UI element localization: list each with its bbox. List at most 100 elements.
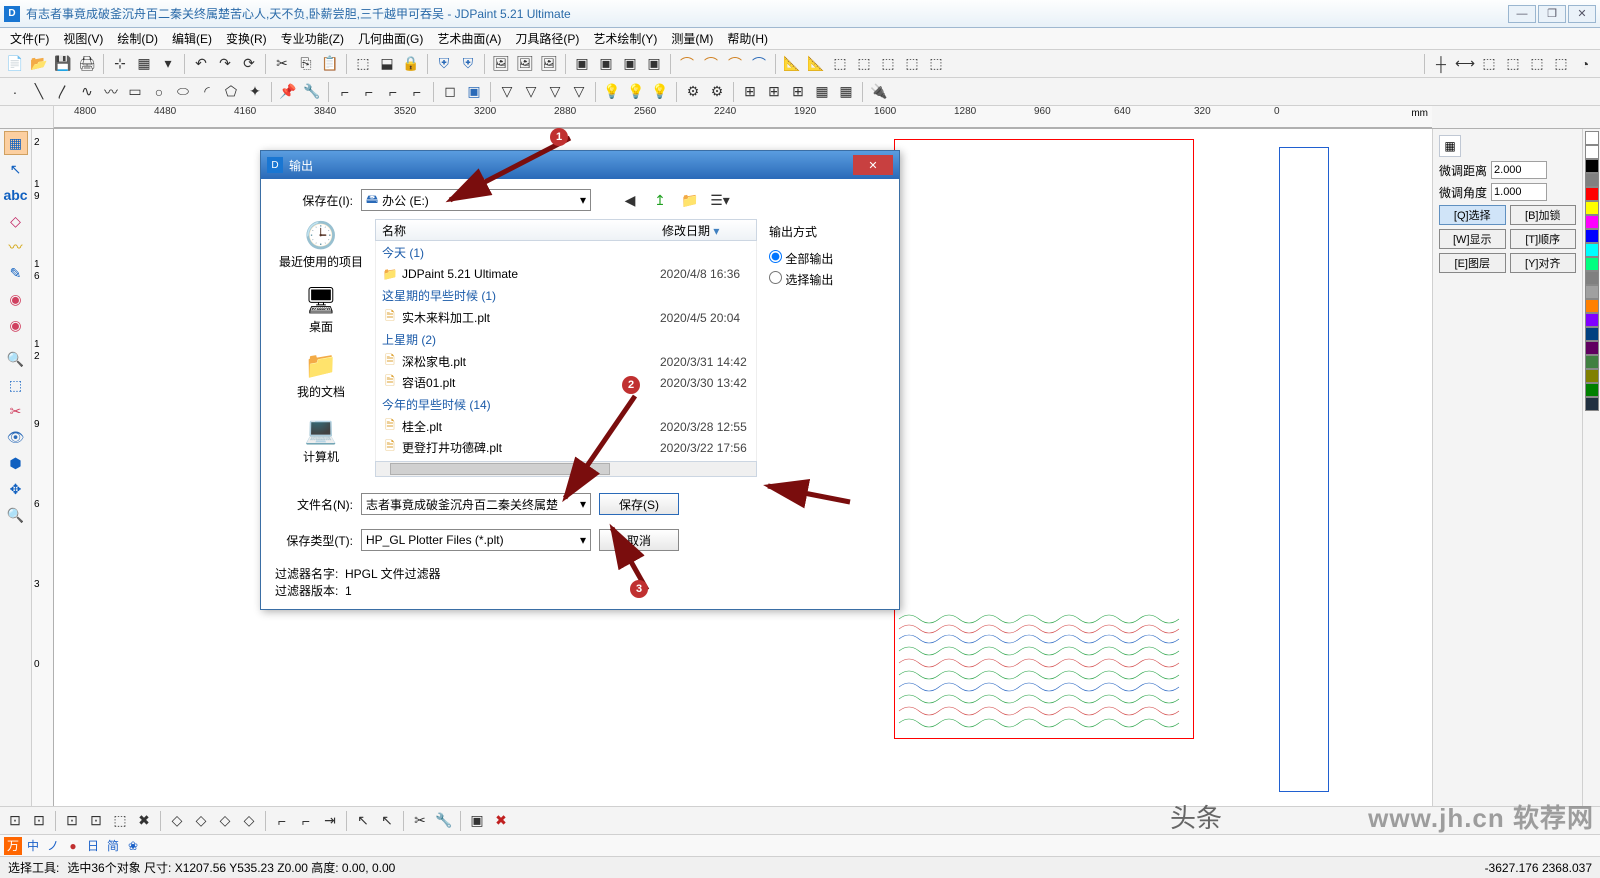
tb-star-icon[interactable]: ✦	[244, 81, 266, 103]
menu-geom[interactable]: 几何曲面(G)	[352, 28, 429, 49]
tb-grid5-icon[interactable]: ▦	[835, 81, 857, 103]
tb-ungroup-icon[interactable]: ⬓	[376, 53, 398, 75]
lt-eye-icon[interactable]: 👁	[4, 425, 28, 449]
col-date[interactable]: 修改日期 ▾	[656, 222, 756, 239]
menu-edit[interactable]: 编辑(E)	[166, 28, 218, 49]
ime-rec-icon[interactable]: ●	[64, 837, 82, 855]
file-row[interactable]: 🗎更登打井功德碑.plt2020/3/22 17:56	[376, 437, 756, 458]
filename-combo[interactable]: 志者事竟成破釜沉舟百二秦关终属楚▾	[361, 493, 591, 515]
menu-draw[interactable]: 绘制(D)	[111, 28, 164, 49]
color-swatch[interactable]	[1585, 257, 1599, 271]
file-row[interactable]: 📁JDPaint 5.21 Ultimate2020/4/8 16:36	[376, 264, 756, 284]
tb-sq-icon[interactable]: ◻	[439, 81, 461, 103]
btn-t-order[interactable]: [T]顺序	[1510, 229, 1577, 249]
color-swatch[interactable]	[1585, 383, 1599, 397]
tb-3d2-icon[interactable]: ▣	[595, 53, 617, 75]
color-swatch[interactable]	[1585, 229, 1599, 243]
tb-paste-icon[interactable]: 📋	[319, 53, 341, 75]
tb-angle1-icon[interactable]: ⌐	[334, 81, 356, 103]
tb-v2-icon[interactable]: ▽	[520, 81, 542, 103]
bt-19-icon[interactable]: ✖	[490, 810, 512, 832]
tb-open-icon[interactable]: 📂	[28, 53, 50, 75]
menu-help[interactable]: 帮助(H)	[721, 28, 774, 49]
tb-dim5-icon[interactable]: ⬚	[1526, 53, 1548, 75]
bt-13-icon[interactable]: ⇥	[319, 810, 341, 832]
tb-grid2-icon[interactable]: ⊞	[763, 81, 785, 103]
panel-tab-icon[interactable]: ▦	[1439, 135, 1461, 157]
tb-dim6-icon[interactable]: ⬚	[1550, 53, 1572, 75]
tb-dim3-icon[interactable]: ⬚	[1478, 53, 1500, 75]
tb-path2-icon[interactable]: 📐	[805, 53, 827, 75]
tb-line-icon[interactable]: ╲	[28, 81, 50, 103]
ime-logo-icon[interactable]: 万	[4, 837, 22, 855]
bt-5-icon[interactable]: ⬚	[109, 810, 131, 832]
bt-10-icon[interactable]: ◇	[238, 810, 260, 832]
file-group-header[interactable]: 今年的早些时候 (14)	[376, 393, 756, 416]
tb-path7-icon[interactable]: ⬚	[925, 53, 947, 75]
tb-dim1-icon[interactable]: ┼	[1430, 53, 1452, 75]
bt-18-icon[interactable]: ▣	[466, 810, 488, 832]
save-in-combo[interactable]: 🖴 办公 (E:) ▾	[361, 189, 591, 211]
tb-bulb3-icon[interactable]: 💡	[649, 81, 671, 103]
tb-save-icon[interactable]: 💾	[52, 53, 74, 75]
lt-path-icon[interactable]: 〰	[4, 235, 28, 259]
color-swatch[interactable]	[1585, 201, 1599, 215]
color-swatch[interactable]	[1585, 369, 1599, 383]
lt-knife-icon[interactable]: ✂	[4, 399, 28, 423]
color-swatch[interactable]	[1585, 173, 1599, 187]
tb-path6-icon[interactable]: ⬚	[901, 53, 923, 75]
tb-arc3-icon[interactable]: ⌒	[724, 53, 746, 75]
cancel-button[interactable]: 取消	[599, 529, 679, 551]
lt-move-icon[interactable]: ✥	[4, 477, 28, 501]
btn-y-align[interactable]: [Y]对齐	[1510, 253, 1577, 273]
bt-17-icon[interactable]: 🔧	[433, 810, 455, 832]
file-row[interactable]: 🗎深松家电.plt2020/3/31 14:42	[376, 351, 756, 372]
bt-12-icon[interactable]: ⌐	[295, 810, 317, 832]
tb-polyline-icon[interactable]: 〳	[52, 81, 74, 103]
bt-11-icon[interactable]: ⌐	[271, 810, 293, 832]
tb-group-icon[interactable]: ⬚	[352, 53, 374, 75]
tb-dim4-icon[interactable]: ⬚	[1502, 53, 1524, 75]
tb-arc-icon[interactable]: ◜	[196, 81, 218, 103]
col-name[interactable]: 名称	[376, 222, 656, 239]
lt-node2-icon[interactable]: ◉	[4, 313, 28, 337]
tb-print-icon[interactable]: 🖨	[76, 53, 98, 75]
lt-marquee-icon[interactable]: ⬚	[4, 373, 28, 397]
nav-up-icon[interactable]: ↥	[649, 189, 671, 211]
tb-bulb1-icon[interactable]: 💡	[601, 81, 623, 103]
tb-image3-icon[interactable]: 🖼	[538, 53, 560, 75]
tb-angle3-icon[interactable]: ⌐	[382, 81, 404, 103]
tb-refresh-icon[interactable]: ⟳	[238, 53, 260, 75]
tb-anchor-icon[interactable]: ⊹	[109, 53, 131, 75]
dialog-titlebar[interactable]: D 输出 ✕	[261, 151, 899, 179]
ime-gear-icon[interactable]: ❀	[124, 837, 142, 855]
place-desktop[interactable]: 🖥 桌面	[275, 284, 367, 335]
bt-2-icon[interactable]: ⊡	[28, 810, 50, 832]
tb-3d4-icon[interactable]: ▣	[643, 53, 665, 75]
menu-file[interactable]: 文件(F)	[4, 28, 55, 49]
color-swatch[interactable]	[1585, 285, 1599, 299]
color-swatch[interactable]	[1585, 341, 1599, 355]
tb-curve-icon[interactable]: ∿	[76, 81, 98, 103]
filetype-combo[interactable]: HP_GL Plotter Files (*.plt)▾	[361, 529, 591, 551]
tb-circle-icon[interactable]: ○	[148, 81, 170, 103]
color-swatch[interactable]	[1585, 131, 1599, 145]
file-group-header[interactable]: 今天 (1)	[376, 241, 756, 264]
color-swatch[interactable]	[1585, 243, 1599, 257]
tb-dim2-icon[interactable]: ⟷	[1454, 53, 1476, 75]
tb-v3-icon[interactable]: ▽	[544, 81, 566, 103]
nav-view-icon[interactable]: ☰▾	[709, 189, 731, 211]
lt-pen-icon[interactable]: ✎	[4, 261, 28, 285]
file-list-hscroll[interactable]	[375, 461, 757, 477]
tb-copy-icon[interactable]: ⎘	[295, 53, 317, 75]
close-button[interactable]: ✕	[1568, 5, 1596, 23]
tb-v4-icon[interactable]: ▽	[568, 81, 590, 103]
fine-angle-input[interactable]	[1491, 183, 1547, 201]
color-swatch[interactable]	[1585, 159, 1599, 173]
btn-b-lock[interactable]: [B]加锁	[1510, 205, 1577, 225]
btn-e-layer[interactable]: [E]图层	[1439, 253, 1506, 273]
lt-shape-icon[interactable]: ◇	[4, 209, 28, 233]
file-row[interactable]: 🗎实木来料加工.plt2020/4/5 20:04	[376, 307, 756, 328]
file-group-header[interactable]: 这星期的早些时候 (1)	[376, 284, 756, 307]
btn-w-show[interactable]: [W]显示	[1439, 229, 1506, 249]
